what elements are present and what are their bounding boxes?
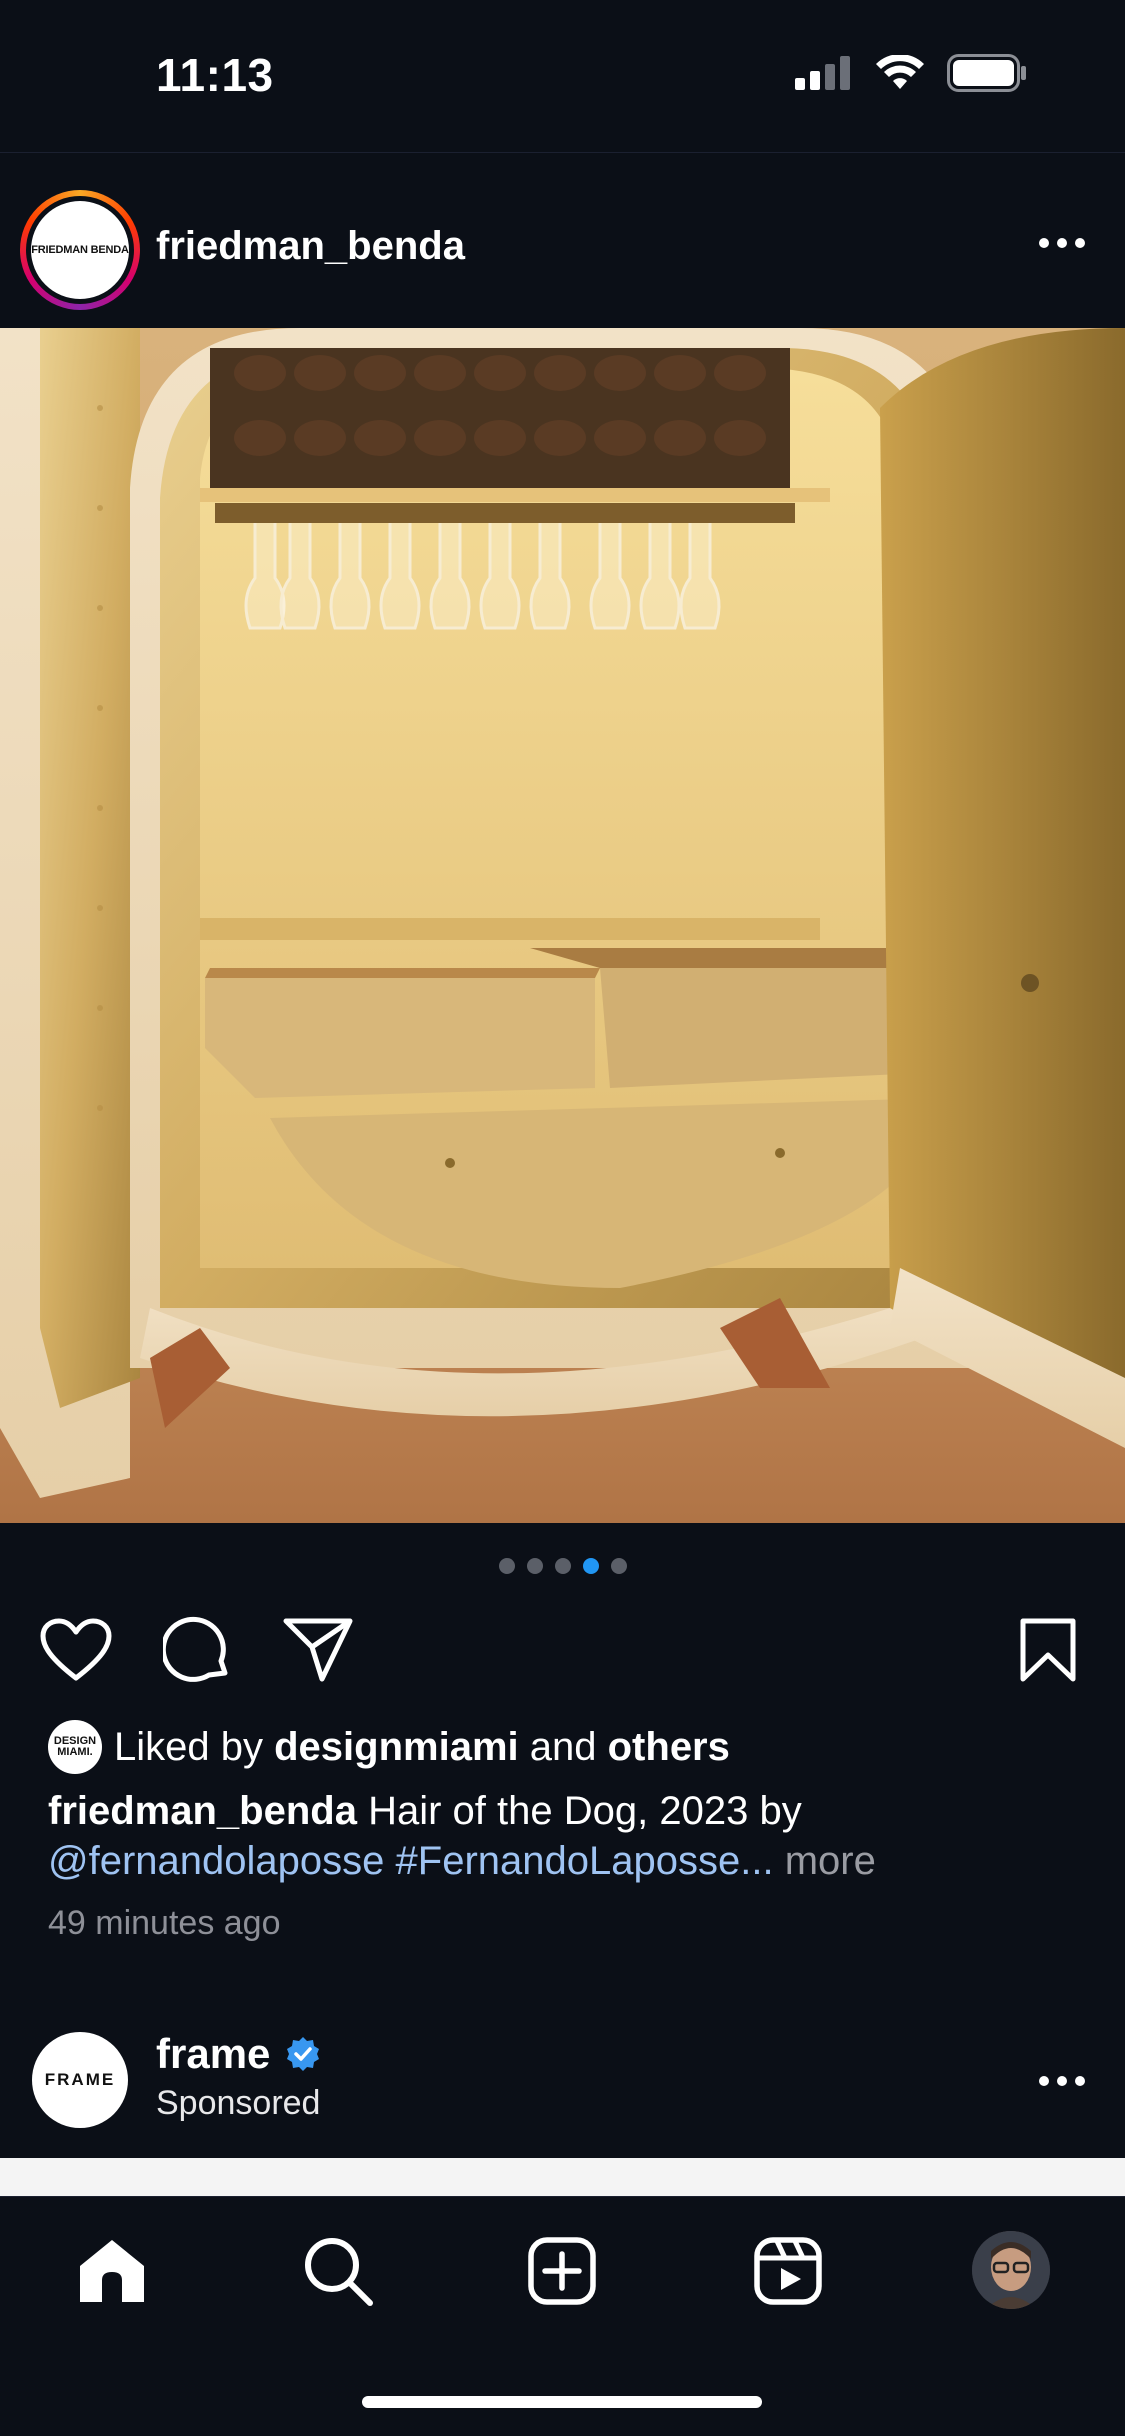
caption-username[interactable]: friedman_benda [48,1789,357,1833]
likes-others[interactable]: others [608,1725,730,1769]
home-icon[interactable] [72,2231,152,2311]
comment-bubble-icon[interactable] [160,1612,236,1688]
status-icons [795,54,1027,92]
caption-hashtag[interactable]: #FernandoLaposse [396,1839,741,1883]
avatar-gap: FRIEDMAN BENDA [26,196,134,304]
bookmark-icon[interactable] [1010,1612,1086,1688]
reels-icon[interactable] [748,2231,828,2311]
post-username[interactable]: friedman_benda [156,224,465,269]
carousel-dot-active [582,1558,599,1574]
more-options-icon[interactable] [1039,238,1085,248]
create-post-icon[interactable] [522,2231,602,2311]
avatar-logo-text: FRIEDMAN BENDA [31,201,129,299]
profile-avatar[interactable] [972,2231,1050,2309]
next-post-media-edge [0,2158,1125,2196]
verified-badge-icon [287,2037,320,2071]
carousel-indicator [0,1558,1125,1574]
sponsor-name-row[interactable]: frame [156,2030,322,2078]
header-divider [0,152,1125,153]
status-time: 11:13 [156,49,274,101]
instagram-feed-screen: 11:13 FRIEDMAN BENDA friedman_benda DESI… [0,0,1125,2436]
carousel-dot [498,1558,515,1574]
likes-prefix: Liked by [114,1724,263,1769]
sponsor-username[interactable]: frame [156,2030,270,2078]
post-timestamp: 49 minutes ago [48,1904,281,1942]
likes-conjunction: and [529,1724,597,1769]
post-image[interactable] [0,328,1125,1523]
sponsored-post-header: FRAME frame Sponsored [0,2030,1125,2130]
post-actions [0,1612,1125,1692]
likes-user[interactable]: designmiami [274,1725,519,1769]
battery-icon [947,54,1026,92]
story-ring-avatar[interactable]: FRIEDMAN BENDA [20,190,140,310]
share-send-icon[interactable] [280,1612,356,1688]
home-indicator[interactable] [362,2396,762,2408]
post-header: FRIEDMAN BENDA friedman_benda [0,190,1125,310]
carousel-dot [554,1558,571,1574]
golden-cabinet-photo [0,328,1125,1523]
profile-photo [972,2231,1050,2309]
carousel-dot [526,1558,543,1574]
sponsored-label: Sponsored [156,2084,321,2122]
like-heart-icon[interactable] [38,1612,114,1688]
status-bar: 11:13 [0,0,1125,150]
sponsor-more-options-icon[interactable] [1039,2076,1085,2086]
caption-text: Hair of the Dog, 2023 by [368,1789,802,1833]
sponsor-avatar[interactable]: FRAME [32,2032,128,2128]
cellular-signal-icon [795,56,850,90]
caption-ellipsis: ... [740,1839,774,1883]
caption-mention[interactable]: @fernandolaposse [48,1839,384,1883]
liked-by-avatar: DESIGN MIAMI. [48,1720,102,1774]
post-caption: friedman_benda Hair of the Dog, 2023 by … [48,1786,1088,1886]
likes-row[interactable]: DESIGN MIAMI. Liked by designmiami and o… [48,1720,730,1774]
search-icon[interactable] [298,2231,378,2311]
wifi-icon [876,55,924,89]
caption-more-link[interactable]: more [785,1839,876,1883]
carousel-dot [610,1558,627,1574]
